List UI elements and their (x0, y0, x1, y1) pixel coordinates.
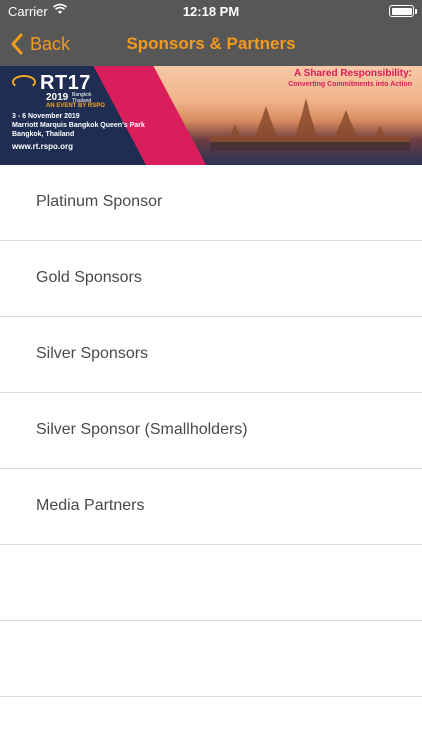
banner-event-by: AN EVENT BY RSPO (46, 103, 105, 109)
rt-logo-icon (12, 75, 36, 89)
banner-date: 3 - 6 November 2019 (12, 113, 80, 120)
banner-event-details: 3 - 6 November 2019 Marriott Marquis Ban… (12, 112, 145, 139)
list-item-label: Silver Sponsor (Smallholders) (36, 421, 248, 438)
banner-tagline-subtitle: Converting Commitments into Action (288, 81, 412, 88)
status-bar: Carrier 12:18 PM (0, 0, 422, 22)
list-item-silver-sponsor-smallholders[interactable]: Silver Sponsor (Smallholders) (0, 393, 422, 469)
top-bar: Carrier 12:18 PM Back Sponsors & Partner… (0, 0, 422, 66)
empty-list-row (0, 621, 422, 697)
list-item-silver-sponsors[interactable]: Silver Sponsors (0, 317, 422, 393)
banner-tagline: A Shared Responsibility: Converting Comm… (288, 68, 412, 90)
sponsor-category-list: Platinum Sponsor Gold Sponsors Silver Sp… (0, 165, 422, 697)
battery-icon (389, 5, 414, 17)
list-item-media-partners[interactable]: Media Partners (0, 469, 422, 545)
status-time: 12:18 PM (182, 4, 240, 19)
banner-venue: Marriott Marquis Bangkok Queen's Park (12, 122, 145, 129)
navigation-bar: Back Sponsors & Partners (0, 22, 422, 66)
list-item-gold-sponsors[interactable]: Gold Sponsors (0, 241, 422, 317)
list-item-platinum-sponsor[interactable]: Platinum Sponsor (0, 165, 422, 241)
battery-tip (415, 9, 417, 14)
list-item-label: Silver Sponsors (36, 345, 149, 362)
banner-tagline-title: A Shared Responsibility: (294, 68, 412, 79)
list-item-label: Platinum Sponsor (36, 193, 163, 210)
page-title: Sponsors & Partners (126, 34, 296, 53)
list-item-label: Gold Sponsors (36, 269, 142, 286)
list-item-label: Media Partners (36, 497, 145, 514)
banner-location: Bangkok, Thailand (12, 131, 75, 138)
banner-year: 2019 (46, 92, 69, 103)
empty-list-row (0, 545, 422, 621)
event-banner: RT17 2019 Bangkok Thailand AN EVENT BY R… (0, 66, 422, 165)
banner-url: www.rt.rspo.org (12, 142, 74, 151)
temple-skyline-image (210, 98, 410, 151)
